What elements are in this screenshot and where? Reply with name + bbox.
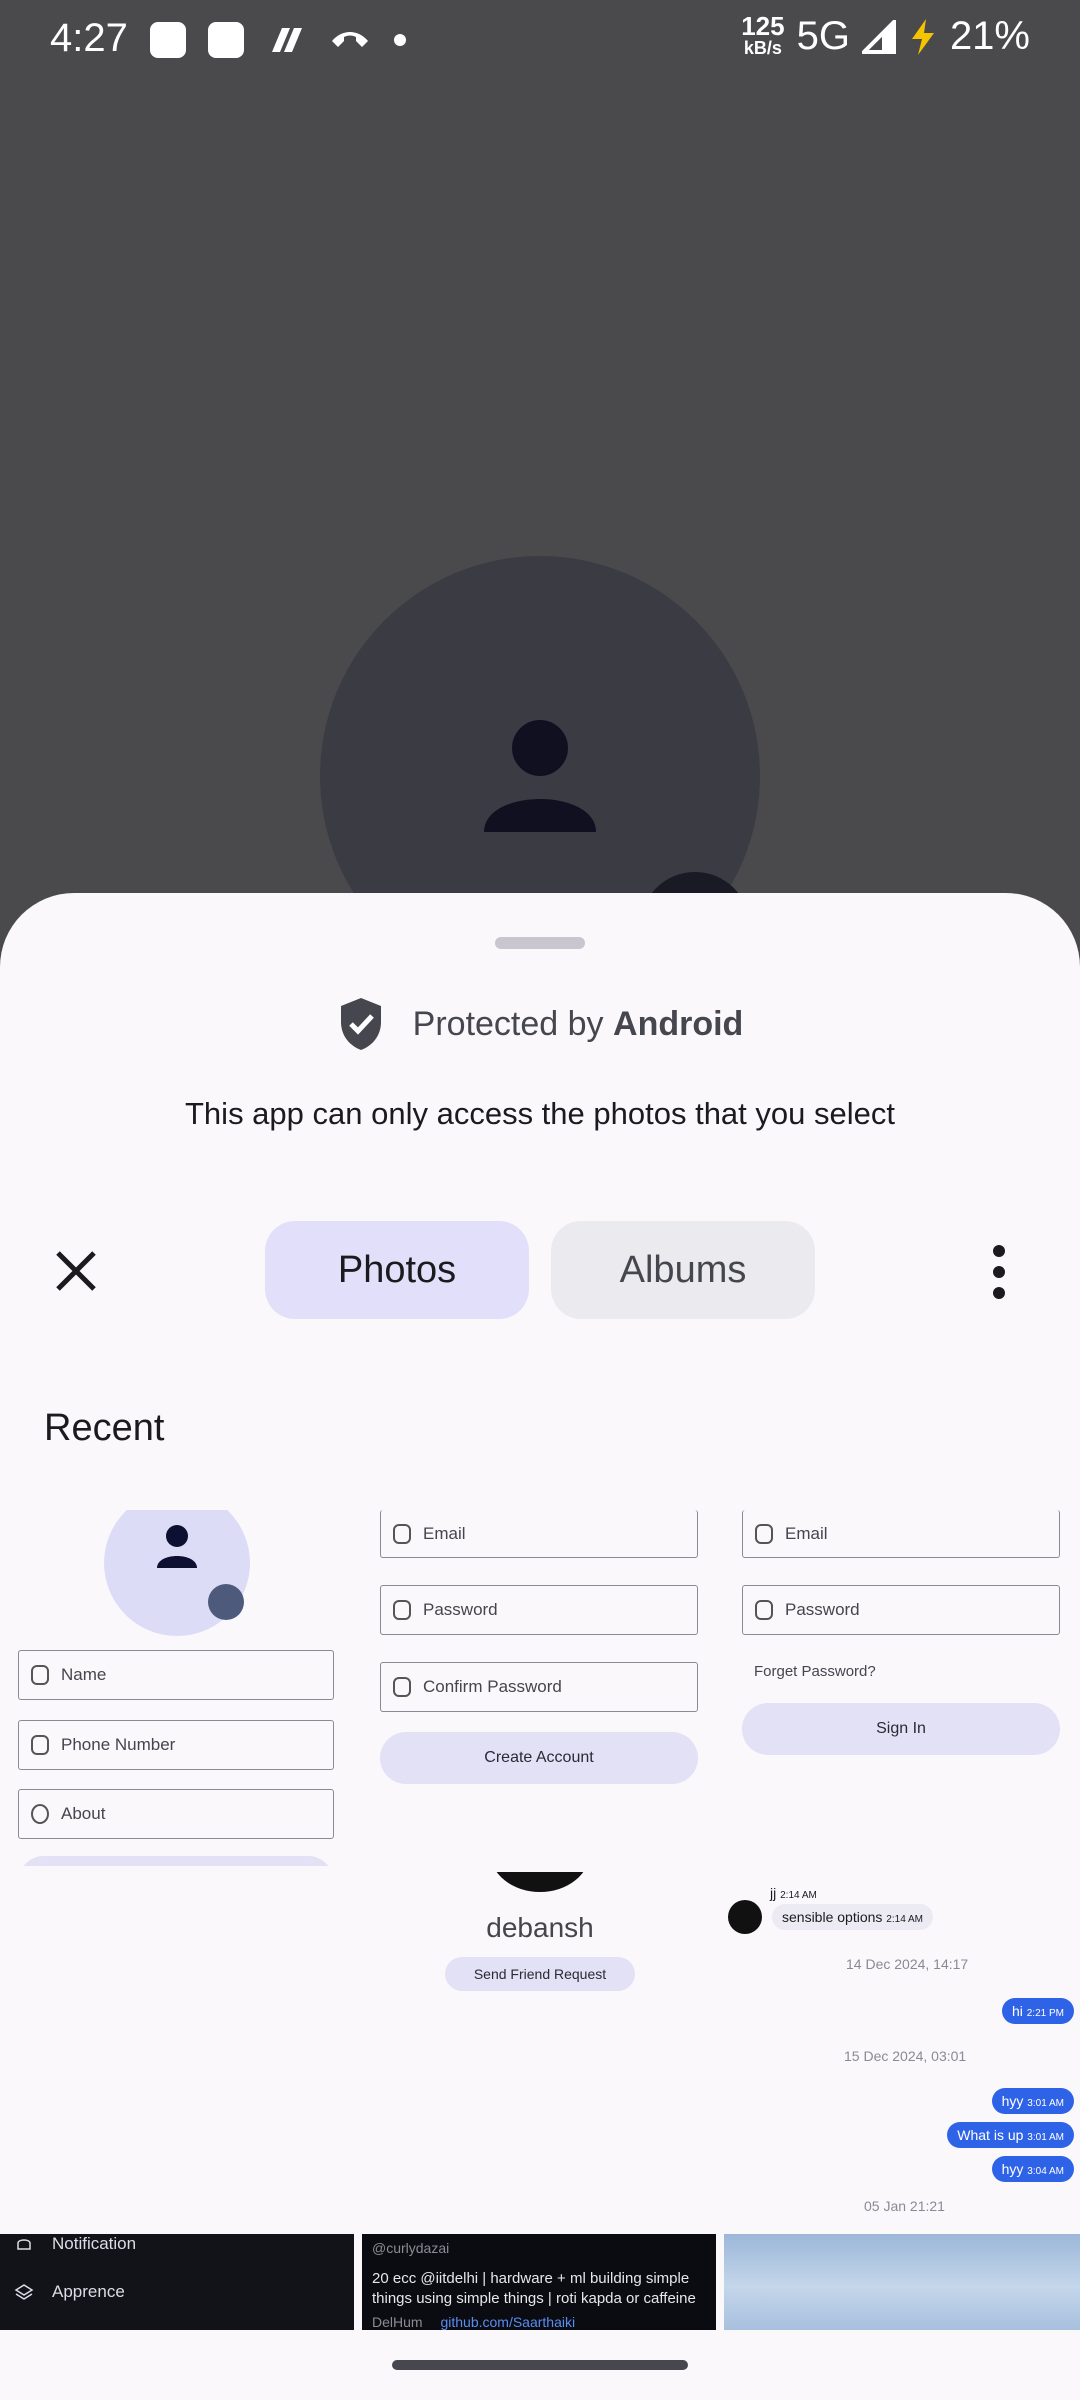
chat-date: 15 Dec 2024, 03:01	[844, 2048, 967, 2064]
chat-bubble: What is up 3:01 AM	[947, 2122, 1074, 2148]
network-speed: 125 kB/s	[741, 13, 784, 59]
avatar	[728, 1900, 762, 1934]
chat-bubble: hyy 3:01 AM	[991, 2088, 1074, 2114]
close-icon[interactable]	[48, 1243, 104, 1299]
notification-icons	[150, 22, 406, 58]
drag-handle[interactable]	[495, 937, 585, 949]
photo-thumbnail-sky[interactable]	[724, 2234, 1080, 2330]
chat-bubble: hi 2:21 PM	[1001, 1998, 1074, 2024]
about-field: About	[18, 1789, 334, 1839]
phone-field: Phone Number	[18, 1720, 334, 1770]
profile-name: debansh	[486, 1912, 594, 1943]
chat-bubble: hyy 3:04 AM	[991, 2156, 1074, 2182]
app-notification-icon	[208, 22, 244, 58]
name-field: Name	[18, 1650, 334, 1700]
confirm-password-field: Confirm Password	[380, 1662, 698, 1712]
paw-icon	[272, 28, 302, 52]
friend-request-label: Send Friend Request	[473, 1966, 607, 1982]
camera-icon	[208, 1584, 244, 1620]
bio-line: things using simple things | roti kapda …	[372, 2290, 696, 2307]
photo-thumbnail-blank[interactable]	[0, 1872, 356, 2228]
password-field: Password	[380, 1585, 698, 1635]
network-type: 5G	[796, 14, 850, 58]
photo-thumbnail-user-profile[interactable]: debansh Send Friend Request	[362, 1872, 718, 2228]
send-friend-request-button: Send Friend Request	[445, 1957, 635, 1991]
layers-icon	[14, 2284, 34, 2300]
photo-thumbnail-create-account[interactable]: Email Password Confirm Password Create A…	[362, 1510, 718, 1866]
speed-unit: kB/s	[743, 37, 782, 58]
photo-thumbnail-bio[interactable]: @curlydazai 20 ecc @iitdelhi | hardware …	[362, 2234, 716, 2330]
tab-albums[interactable]: Albums	[551, 1221, 815, 1319]
section-title: Recent	[44, 1407, 165, 1449]
handle: @curlydazai	[372, 2240, 450, 2256]
protected-prefix: Protected by	[412, 1004, 604, 1043]
photo-thumbnail-chat[interactable]: jj 2:14 AM sensible options 2:14 AM 14 D…	[724, 1872, 1080, 2228]
chat-message: sensible options 2:14 AM	[772, 1904, 933, 1930]
form-button-partial	[18, 1856, 334, 1866]
bell-icon	[17, 2239, 31, 2250]
protected-brand: Android	[613, 1004, 744, 1043]
settings-item: Notification	[14, 2234, 136, 2254]
photo-thumbnail-settings[interactable]: Notification Apprence	[0, 2234, 354, 2330]
shield-check-icon	[340, 998, 381, 1050]
location: DelHum	[372, 2314, 423, 2330]
email-field: Email	[742, 1510, 1060, 1558]
picker-subtitle: This app can only access the photos that…	[185, 1096, 895, 1131]
photo-thumbnail-sign-in[interactable]: Email Password Forget Password? Sign In	[724, 1510, 1080, 1866]
signal-icon	[861, 19, 896, 54]
charging-icon	[911, 18, 934, 55]
call-icon	[332, 32, 368, 47]
photo-picker-sheet: Protected by Android This app can only a…	[0, 893, 1080, 2400]
password-field: Password	[742, 1585, 1060, 1635]
more-notifications-icon	[394, 34, 406, 46]
protected-banner: Protected by Android	[0, 996, 1080, 1052]
more-options-icon[interactable]	[993, 1245, 1005, 1299]
photo-thumbnail-profile-form[interactable]: Name Phone Number About	[0, 1510, 356, 1866]
settings-item: Apprence	[14, 2282, 125, 2302]
app-notification-icon	[150, 22, 186, 58]
chat-date: 14 Dec 2024, 14:17	[846, 1956, 969, 1972]
forgot-password-link: Forget Password?	[754, 1663, 876, 1680]
status-bar: 4:27 125 kB/s 5G 21%	[0, 0, 1080, 80]
sign-in-button: Sign In	[742, 1703, 1060, 1755]
battery-percent: 21%	[949, 14, 1030, 58]
email-field: Email	[380, 1510, 698, 1558]
tab-photos[interactable]: Photos	[265, 1221, 529, 1319]
bio-line: 20 ecc @iitdelhi | hardware + ml buildin…	[372, 2270, 690, 2287]
chat-message: jj 2:14 AM	[770, 1885, 817, 1901]
create-account-button: Create Account	[380, 1732, 698, 1784]
avatar	[490, 1872, 590, 1892]
chat-date: 05 Jan 21:21	[864, 2198, 945, 2214]
status-time: 4:27	[50, 16, 128, 60]
gesture-nav-bar[interactable]	[392, 2360, 688, 2370]
github-link: github.com/Saarthaiki	[440, 2314, 576, 2330]
